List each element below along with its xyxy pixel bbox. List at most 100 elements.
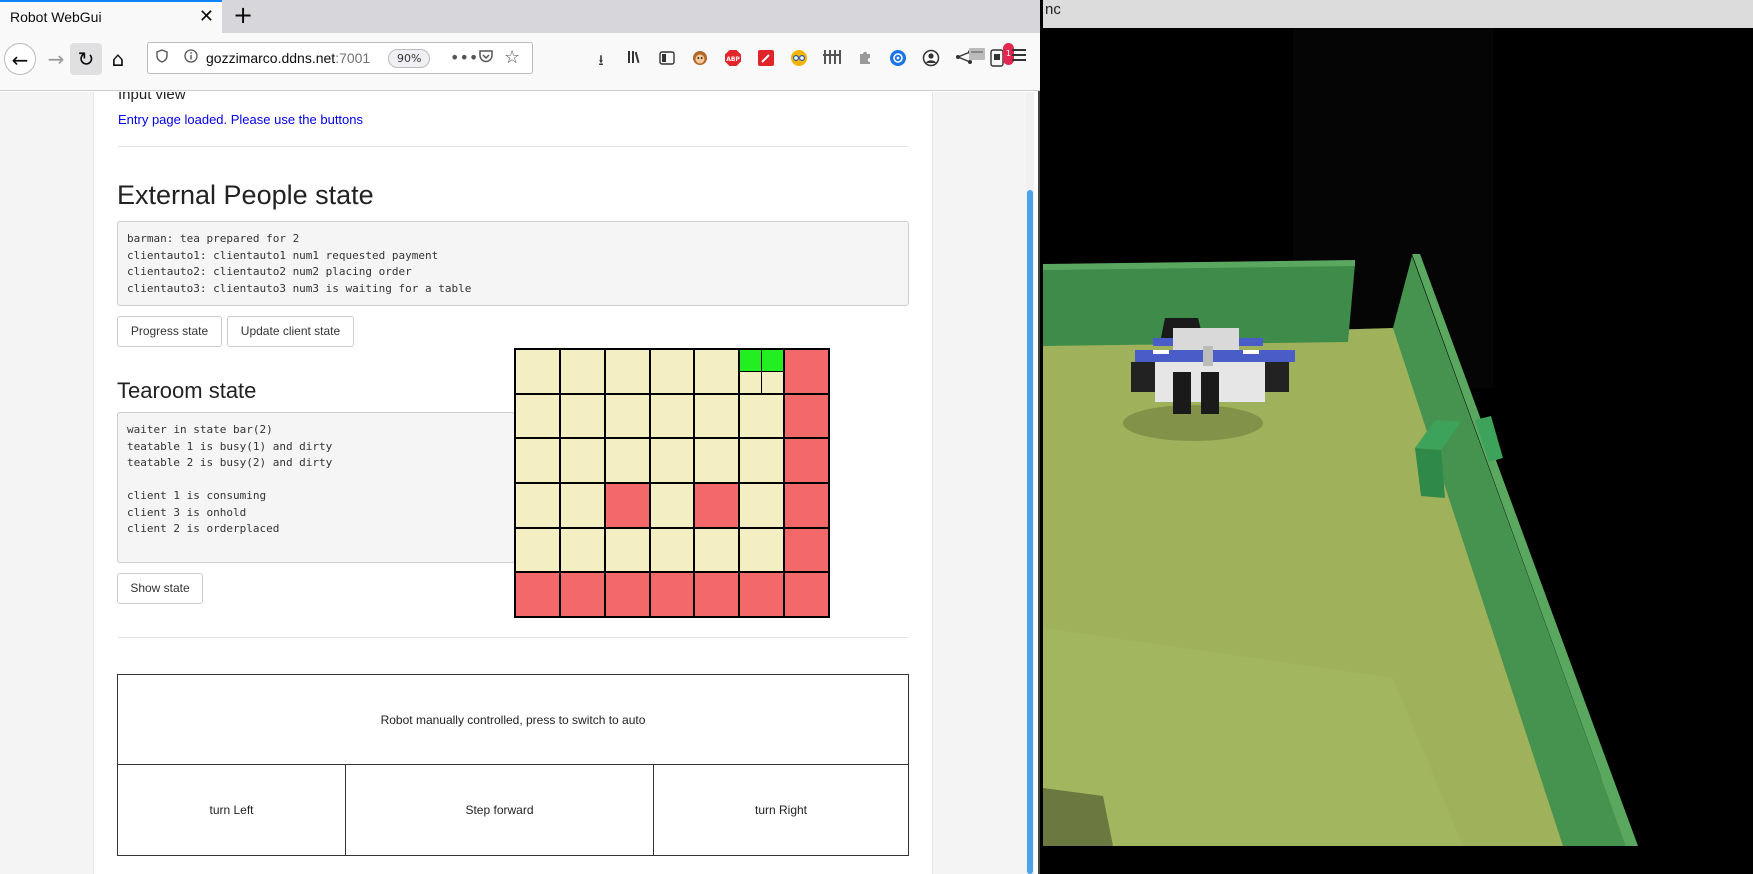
map-cell-free: [650, 350, 694, 393]
map-cell-free: [516, 394, 559, 438]
map-cell-obstacle: [785, 528, 828, 572]
map-cell-free: [740, 528, 784, 572]
map-cell-obstacle: [740, 573, 784, 616]
tab-strip: Robot WebGui ✕ +: [0, 0, 1040, 33]
map-cell-obstacle: [785, 573, 828, 616]
progress-state-button[interactable]: Progress state: [117, 316, 222, 347]
switch-auto-button[interactable]: Robot manually controlled, press to swit…: [118, 675, 908, 765]
map-cell-free: [516, 350, 559, 393]
map-cell-obstacle: [516, 573, 559, 616]
map-cell-obstacle: [695, 573, 739, 616]
map-cell-robot: [740, 350, 784, 393]
url-host: gozzimarco.ddns.net: [206, 50, 336, 66]
svg-text:ABP: ABP: [726, 56, 740, 63]
close-tab-icon[interactable]: ✕: [199, 6, 214, 27]
page-container: Input view Entry page loaded. Please use…: [93, 92, 933, 874]
map-cell-free: [516, 484, 559, 527]
nav-toolbar: ← → ↻ ⌂ gozzimarco.ddns.net:7001 90% •••…: [0, 33, 1040, 91]
map-cell-free: [560, 350, 604, 393]
map-cell-free: [695, 439, 739, 482]
home-button[interactable]: ⌂: [102, 43, 134, 75]
map-cell-free: [650, 439, 694, 482]
map-cell-obstacle: [785, 350, 828, 393]
map-cell-free: [695, 350, 739, 393]
tracking-shield-icon[interactable]: [156, 49, 168, 67]
tearoom-state-title: Tearoom state: [117, 378, 257, 403]
back-button[interactable]: ←: [4, 43, 36, 75]
sidebar-icon[interactable]: [656, 49, 678, 71]
url-text: gozzimarco.ddns.net:7001: [206, 50, 370, 66]
site-info-icon[interactable]: [184, 49, 198, 67]
account-icon[interactable]: [920, 49, 942, 71]
url-bar[interactable]: gozzimarco.ddns.net:7001 90% ••• ☆: [147, 42, 533, 74]
library-icon[interactable]: [623, 49, 645, 71]
screen: Robot WebGui ✕ + ← → ↻ ⌂ gozzimarco.ddns…: [0, 0, 1753, 874]
map-cell-obstacle: [650, 573, 694, 616]
divider: [118, 637, 908, 638]
input-view-message: Entry page loaded. Please use the button…: [118, 112, 364, 127]
reload-extension-icon[interactable]: [887, 49, 909, 71]
update-client-state-button[interactable]: Update client state: [227, 316, 354, 347]
turn-left-button[interactable]: turn Left: [118, 765, 346, 855]
map-cell-free: [516, 439, 559, 482]
color-picker-icon[interactable]: [755, 49, 777, 71]
map-cell-obstacle: [785, 439, 828, 482]
browser-window: Robot WebGui ✕ + ← → ↻ ⌂ gozzimarco.ddns…: [0, 0, 1040, 874]
map-cell-free: [605, 394, 649, 438]
robot-control-panel: Robot manually controlled, press to swit…: [117, 674, 909, 856]
step-forward-button[interactable]: Step forward: [346, 765, 654, 855]
map-cell-obstacle: [605, 573, 649, 616]
glasses-extension-icon[interactable]: [788, 49, 810, 71]
new-tab-button[interactable]: +: [229, 2, 257, 30]
reload-button[interactable]: ↻: [70, 43, 102, 75]
hamburger-menu-icon[interactable]: [1010, 47, 1032, 69]
map-cell-free: [605, 528, 649, 572]
scene-window-title: nc: [1045, 1, 1061, 18]
page-actions-icon[interactable]: •••: [450, 48, 478, 67]
map-cell-free: [560, 394, 604, 438]
map-cell-obstacle: [560, 573, 604, 616]
map-cell-free: [605, 350, 649, 393]
page-viewport: Input view Entry page loaded. Please use…: [0, 92, 1034, 874]
map-cell-obstacle: [785, 394, 828, 438]
turn-right-button[interactable]: turn Right: [654, 765, 908, 855]
download-icon[interactable]: ⭳: [590, 49, 612, 71]
puzzle-icon[interactable]: [854, 49, 876, 71]
robot-marker: [762, 350, 784, 371]
tab-robot-webgui[interactable]: Robot WebGui ✕: [0, 0, 222, 33]
zoom-indicator[interactable]: 90%: [388, 49, 431, 68]
tab-title: Robot WebGui: [10, 9, 102, 25]
map-cell-free: [650, 528, 694, 572]
tearoom-map-grid: [514, 348, 830, 618]
scene-window-titlebar: nc: [1043, 0, 1753, 28]
page-scrollbar-thumb[interactable]: [1027, 190, 1033, 874]
bars-icon[interactable]: [821, 49, 843, 71]
map-cell-free: [650, 394, 694, 438]
map-cell-obstacle: [605, 484, 649, 527]
url-port: :7001: [335, 50, 371, 66]
pocket-icon[interactable]: [478, 48, 494, 67]
map-cell-free: [740, 439, 784, 482]
map-cell-free: [740, 394, 784, 438]
map-cell-free: [605, 439, 649, 482]
robot-3d-scene-window: nc: [1043, 0, 1753, 874]
grey-extension-icon[interactable]: [968, 46, 990, 68]
map-cell-free: [516, 528, 559, 572]
external-people-title: External People state: [117, 180, 374, 210]
map-subcell: [762, 371, 784, 393]
monkey-extension-icon[interactable]: [689, 49, 711, 71]
forward-button[interactable]: →: [40, 43, 72, 75]
map-cell-free: [740, 484, 784, 527]
bookmark-star-icon[interactable]: ☆: [504, 47, 520, 68]
map-cell-free: [560, 439, 604, 482]
map-cell-obstacle: [785, 484, 828, 527]
scene-canvas: [1043, 28, 1753, 874]
map-cell-free: [695, 394, 739, 438]
adblock-icon[interactable]: ABP: [722, 49, 744, 71]
map-cell-free: [560, 528, 604, 572]
show-state-button[interactable]: Show state: [117, 573, 203, 604]
external-people-state-box: barman: tea prepared for 2 clientauto1: …: [117, 221, 909, 306]
tearoom-state-box: waiter in state bar(2) teatable 1 is bus…: [117, 412, 515, 563]
robot-marker: [740, 350, 762, 371]
map-subcell: [740, 371, 762, 393]
